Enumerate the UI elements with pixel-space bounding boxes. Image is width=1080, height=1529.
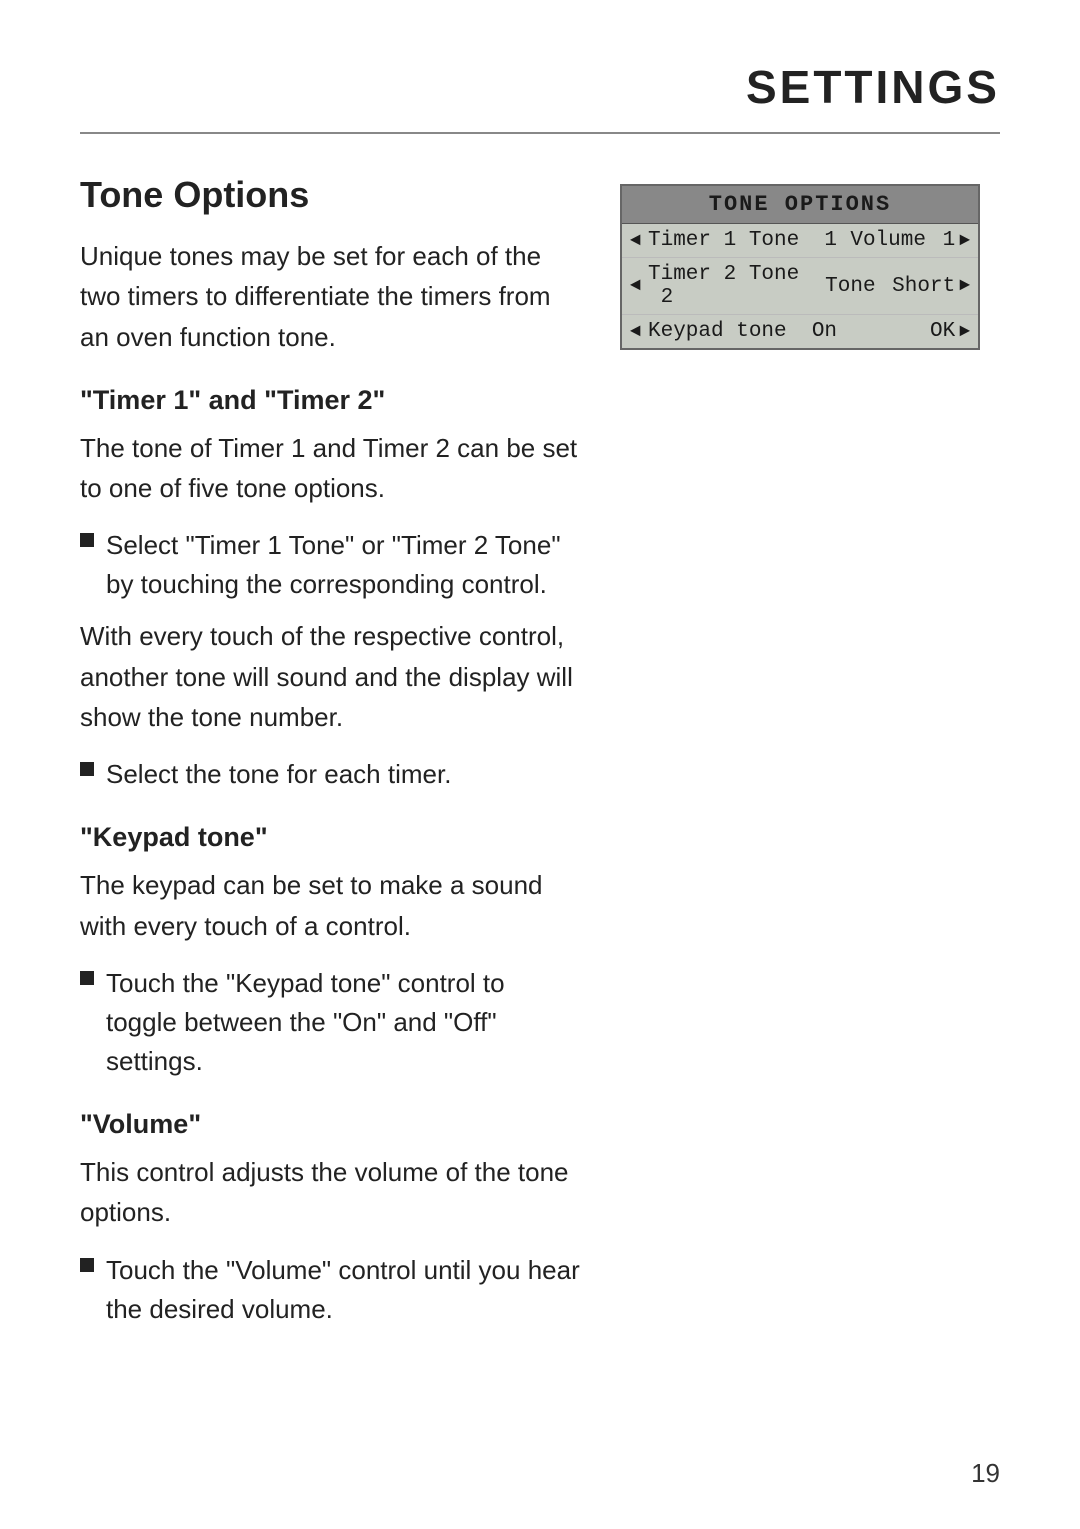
lcd-label-timer2: Timer 2 Tone 2 — [648, 263, 825, 309]
bullet-icon-timer — [80, 533, 94, 547]
right-column: TONE OPTIONS ◄ Timer 1 Tone 1 Volume 1 ►… — [620, 174, 1000, 1341]
bullet-item-volume: Touch the "Volume" control until you hea… — [80, 1251, 580, 1329]
subsection-title-volume: "Volume" — [80, 1109, 580, 1140]
subsection-title-timer: "Timer 1" and "Timer 2" — [80, 385, 580, 416]
lcd-arrow-left-keypad: ◄ — [630, 322, 648, 342]
bullet-text-keypad: Touch the "Keypad tone" control to toggl… — [106, 964, 580, 1081]
keypad-description: The keypad can be set to make a sound wi… — [80, 865, 580, 946]
page-title: SETTINGS — [746, 60, 1000, 114]
subsection-title-keypad: "Keypad tone" — [80, 822, 580, 853]
bullet-item-keypad: Touch the "Keypad tone" control to toggl… — [80, 964, 580, 1081]
lcd-row-keypad[interactable]: ◄ Keypad tone On OK ► — [622, 315, 978, 348]
lcd-label-keypad: Keypad tone On — [648, 320, 926, 343]
bullet-item-timer: Select "Timer 1 Tone" or "Timer 2 Tone" … — [80, 526, 580, 604]
lcd-attr-timer2: Tone — [825, 275, 875, 298]
lcd-attr-timer1: Volume — [850, 229, 926, 252]
intro-text: Unique tones may be set for each of the … — [80, 236, 580, 357]
timer-description: The tone of Timer 1 and Timer 2 can be s… — [80, 428, 580, 509]
header-divider — [80, 132, 1000, 134]
lcd-header: TONE OPTIONS — [622, 186, 978, 224]
content-layout: Tone Options Unique tones may be set for… — [80, 174, 1000, 1341]
lcd-row-timer1[interactable]: ◄ Timer 1 Tone 1 Volume 1 ► — [622, 224, 978, 258]
bullet-item-between: Select the tone for each timer. — [80, 755, 580, 794]
bullet-text-between: Select the tone for each timer. — [106, 755, 580, 794]
bullet-icon-keypad — [80, 971, 94, 985]
lcd-attr-val-timer1: 1 — [930, 229, 955, 252]
bullet-text-volume: Touch the "Volume" control until you hea… — [106, 1251, 580, 1329]
page-container: SETTINGS Tone Options Unique tones may b… — [0, 0, 1080, 1529]
between-text: With every touch of the respective contr… — [80, 616, 580, 737]
lcd-arrow-right-timer2: ► — [959, 276, 970, 296]
bullet-text-timer: Select "Timer 1 Tone" or "Timer 2 Tone" … — [106, 526, 580, 604]
lcd-arrow-left-timer1: ◄ — [630, 231, 648, 251]
lcd-arrow-right-timer1: ► — [959, 231, 970, 251]
bullet-icon-volume — [80, 1258, 94, 1272]
lcd-label-timer1: Timer 1 Tone 1 — [648, 229, 850, 252]
left-column: Tone Options Unique tones may be set for… — [80, 174, 580, 1341]
page-header: SETTINGS — [80, 60, 1000, 114]
lcd-attr-val-keypad: OK — [930, 320, 955, 343]
bullet-icon-between — [80, 762, 94, 776]
volume-description: This control adjusts the volume of the t… — [80, 1152, 580, 1233]
lcd-arrow-left-timer2: ◄ — [630, 276, 648, 296]
lcd-attr-val-timer2: Short — [880, 275, 956, 298]
lcd-row-timer2[interactable]: ◄ Timer 2 Tone 2 Tone Short ► — [622, 258, 978, 315]
page-number: 19 — [971, 1458, 1000, 1489]
section-title: Tone Options — [80, 174, 580, 216]
lcd-arrow-right-keypad: ► — [959, 322, 970, 342]
lcd-panel: TONE OPTIONS ◄ Timer 1 Tone 1 Volume 1 ►… — [620, 184, 980, 350]
